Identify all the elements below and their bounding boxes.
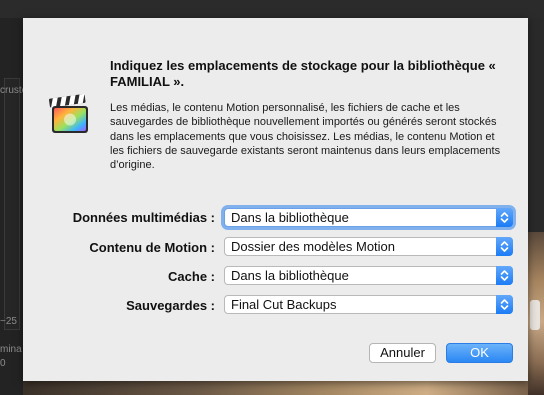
media-location-popup[interactable]: Dans la bibliothèque [224, 208, 513, 227]
popup-value: Dans la bibliothèque [231, 268, 349, 283]
updown-chevron-icon [496, 208, 513, 227]
dialog-title: Indiquez les emplacements de stockage po… [110, 58, 496, 89]
background-text-fragment: mina [0, 344, 22, 355]
backups-location-popup[interactable]: Final Cut Backups [224, 295, 513, 314]
viewer-photo-detail [530, 300, 540, 330]
background-text-fragment: 0 [0, 358, 6, 369]
dialog-description: Les médias, le contenu Motion personnali… [110, 102, 501, 172]
updown-chevron-icon [496, 237, 513, 256]
media-label: Données multimédias : [72, 210, 215, 225]
backups-label: Sauvegardes : [126, 298, 215, 313]
popup-value: Dans la bibliothèque [231, 210, 349, 225]
left-panel-inset [4, 78, 20, 330]
cache-location-popup[interactable]: Dans la bibliothèque [224, 266, 513, 285]
popup-value: Final Cut Backups [231, 297, 337, 312]
ok-button[interactable]: OK [446, 343, 513, 363]
app-toolbar-background [0, 0, 544, 18]
cache-label: Cache : [168, 269, 215, 284]
updown-chevron-icon [496, 295, 513, 314]
filmstrip-background [23, 381, 528, 395]
cancel-button[interactable]: Annuler [369, 343, 436, 363]
updown-chevron-icon [496, 266, 513, 285]
background-text-fragment: −25 [0, 316, 17, 327]
storage-locations-dialog: Indiquez les emplacements de stockage po… [23, 18, 528, 381]
final-cut-pro-icon [47, 90, 93, 136]
popup-value: Dossier des modèles Motion [231, 239, 396, 254]
motion-content-popup[interactable]: Dossier des modèles Motion [224, 237, 513, 256]
motion-content-label: Contenu de Motion : [89, 240, 215, 255]
